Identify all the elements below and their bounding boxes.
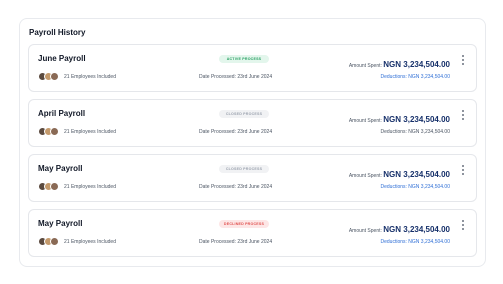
date-processed: Date Processed: 23rd June 2024: [199, 129, 273, 135]
payroll-name: April Payroll: [38, 109, 86, 118]
avatar-group: [38, 182, 60, 192]
kebab-icon[interactable]: [461, 110, 465, 120]
status-badge: ACTIVE PROCESS: [219, 55, 269, 63]
amount-spent: Amount Spent: NGN 3,234,504.00: [349, 164, 450, 182]
amount-spent: Amount Spent: NGN 3,234,504.00: [349, 54, 450, 72]
avatar-group: [38, 127, 60, 137]
payroll-name: May Payroll: [38, 219, 83, 228]
payroll-card-april[interactable]: April Payroll CLOSED PROCESS Amount Spen…: [28, 99, 477, 147]
status-badge: CLOSED PROCESS: [219, 110, 269, 118]
kebab-icon[interactable]: [461, 55, 465, 65]
payroll-history-panel: Payroll History June Payroll ACTIVE PROC…: [19, 18, 486, 267]
avatar: [50, 237, 59, 246]
payroll-name: June Payroll: [38, 54, 86, 63]
date-processed: Date Processed: 23rd June 2024: [199, 74, 273, 80]
avatar: [50, 72, 59, 81]
avatar: [50, 127, 59, 136]
employees-included: 21 Employees Included: [64, 184, 116, 190]
payroll-name: May Payroll: [38, 164, 83, 173]
amount-label: Amount Spent:: [348, 173, 384, 179]
deductions-text: Deductions: NGN 3,234,504.00: [380, 129, 451, 135]
date-processed: Date Processed: 23rd June 2024: [199, 184, 273, 190]
avatar-group: [38, 237, 60, 247]
kebab-icon[interactable]: [461, 165, 465, 175]
deductions-link[interactable]: Deductions: NGN 3,234,504.00: [381, 239, 451, 245]
payroll-card-may-declined[interactable]: May Payroll DECLINED PROCESS Amount Spen…: [28, 209, 477, 257]
deductions-link[interactable]: Deductions: NGN 3,234,504.00: [381, 74, 451, 80]
employees-included: 21 Employees Included: [64, 239, 116, 245]
date-processed: Date Processed: 23rd June 2024: [199, 239, 273, 245]
amount-spent: Amount Spent: NGN 3,234,504.00: [349, 109, 450, 127]
employees-included: 21 Employees Included: [64, 74, 116, 80]
amount-value: NGN 3,234,504.00: [383, 115, 450, 124]
amount-value: NGN 3,234,504.00: [383, 60, 450, 69]
amount-label: Amount Spent:: [348, 63, 384, 69]
status-badge: CLOSED PROCESS: [219, 165, 269, 173]
deductions-link[interactable]: Deductions: NGN 3,234,504.00: [381, 184, 451, 190]
amount-label: Amount Spent:: [348, 228, 384, 234]
kebab-icon[interactable]: [461, 220, 465, 230]
status-badge: DECLINED PROCESS: [219, 220, 269, 228]
amount-label: Amount Spent:: [348, 118, 384, 124]
employees-included: 21 Employees Included: [64, 129, 116, 135]
amount-value: NGN 3,234,504.00: [383, 225, 450, 234]
avatar-group: [38, 72, 60, 82]
amount-value: NGN 3,234,504.00: [383, 170, 450, 179]
payroll-card-june[interactable]: June Payroll ACTIVE PROCESS Amount Spent…: [28, 44, 477, 92]
avatar: [50, 182, 59, 191]
payroll-card-may[interactable]: May Payroll CLOSED PROCESS Amount Spent:…: [28, 154, 477, 202]
amount-spent: Amount Spent: NGN 3,234,504.00: [349, 219, 450, 237]
panel-title: Payroll History: [29, 28, 86, 37]
